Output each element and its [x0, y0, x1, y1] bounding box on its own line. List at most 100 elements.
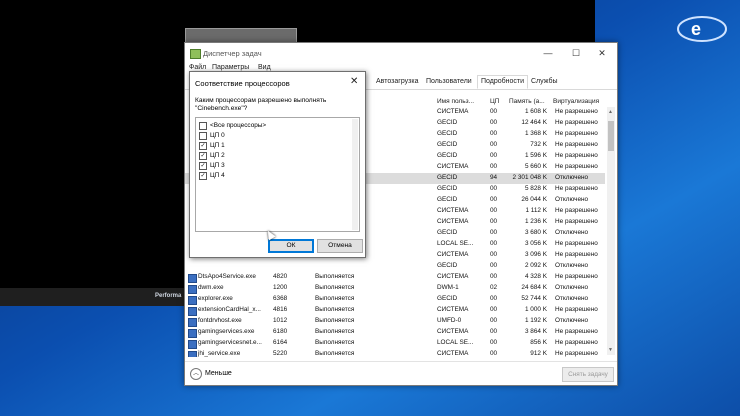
- process-memory: 912 K: [530, 350, 547, 357]
- scrollbar-thumb[interactable]: [608, 121, 614, 151]
- process-user: СИСТЕМА: [437, 207, 469, 214]
- process-pid: 6180: [273, 328, 288, 335]
- process-user: GECID: [437, 196, 458, 203]
- table-row[interactable]: jhi_service.exe 5220 Выполняется СИСТЕМА 00 9…: [185, 349, 605, 357]
- fewer-details-link[interactable]: Меньше: [205, 370, 232, 377]
- checkbox[interactable]: [199, 132, 207, 140]
- checkbox[interactable]: ✓: [199, 162, 207, 170]
- chevron-up-icon[interactable]: ︿: [190, 368, 202, 380]
- column-virtualization[interactable]: Виртуализация: [553, 98, 599, 105]
- table-row[interactable]: GECID 00 2 092 K Отключено: [185, 261, 605, 272]
- process-user: СИСТЕМА: [437, 218, 469, 225]
- menu-file[interactable]: Файл: [189, 64, 206, 71]
- tab-services[interactable]: Службы: [528, 76, 561, 88]
- checkbox[interactable]: ✓: [199, 142, 207, 150]
- tab-users[interactable]: Пользователи: [423, 76, 475, 88]
- process-memory: 5 660 K: [524, 163, 547, 170]
- process-name: gamingservices.exe: [198, 328, 255, 335]
- process-user: GECID: [437, 174, 458, 181]
- process-memory: 12 464 K: [521, 119, 547, 126]
- process-cpu: 00: [490, 339, 498, 346]
- process-virtualization: Отключено: [555, 317, 589, 324]
- processor-list-scrollbar[interactable]: [352, 119, 358, 230]
- process-pid: 6368: [273, 295, 288, 302]
- table-row[interactable]: extensionCardHal_x... 4816 Выполняется СИСТ…: [185, 305, 605, 316]
- process-virtualization: Отключено: [555, 196, 589, 203]
- table-row[interactable]: gamingservices.exe 6180 Выполняется СИСТЕМА…: [185, 327, 605, 338]
- maximize-button[interactable]: ☐: [563, 46, 589, 60]
- tab-details[interactable]: Подробности: [477, 75, 529, 89]
- end-task-button[interactable]: Снять задачу: [562, 367, 614, 382]
- process-cpu: 00: [490, 251, 498, 258]
- process-status: Выполняется: [315, 273, 355, 280]
- process-user: GECID: [437, 152, 458, 159]
- process-memory: 3 864 K: [524, 328, 547, 335]
- menu-view[interactable]: Вид: [258, 64, 271, 71]
- process-virtualization: Не разрешено: [555, 108, 598, 115]
- process-memory: 3 056 K: [524, 240, 547, 247]
- menu-options[interactable]: Параметры: [212, 64, 249, 71]
- process-user: СИСТЕМА: [437, 108, 469, 115]
- table-row[interactable]: DtsApo4Service.exe 4820 Выполняется СИСТЕМА…: [185, 272, 605, 283]
- tab-startup[interactable]: Автозагрузка: [373, 76, 421, 88]
- process-memory: 1 236 K: [524, 218, 547, 225]
- column-memory[interactable]: Память (а...: [509, 98, 545, 105]
- scroll-down-arrow-icon[interactable]: ▼: [608, 347, 613, 353]
- process-status: Выполняется: [315, 317, 355, 324]
- process-virtualization: Не разрешено: [555, 119, 598, 126]
- column-cpu[interactable]: ЦП: [490, 98, 499, 105]
- process-virtualization: Не разрешено: [555, 240, 598, 247]
- process-cpu: 00: [490, 328, 498, 335]
- process-virtualization: Отключено: [555, 295, 589, 302]
- process-cpu: 00: [490, 185, 498, 192]
- process-cpu: 00: [490, 350, 498, 357]
- process-cpu: 00: [490, 119, 498, 126]
- process-icon: [188, 296, 197, 305]
- process-virtualization: Отключено: [555, 262, 589, 269]
- dialog-question: Каким процессорам разрешено выполнять: [195, 97, 327, 104]
- process-cpu: 00: [490, 218, 498, 225]
- title-bar[interactable]: Диспетчер задач — ☐ ✕: [185, 43, 617, 63]
- process-memory: 24 684 K: [521, 284, 547, 291]
- process-cpu: 94: [490, 174, 498, 181]
- process-memory: 4 328 K: [524, 273, 547, 280]
- process-user: GECID: [437, 130, 458, 137]
- process-icon: [188, 318, 197, 327]
- processor-label: <Все процессоры>: [210, 122, 267, 129]
- table-scrollbar[interactable]: ▲ ▼: [607, 107, 615, 355]
- process-memory: 1 112 K: [525, 207, 547, 214]
- process-user: LOCAL SE...: [437, 339, 474, 346]
- checkbox[interactable]: ✓: [199, 152, 207, 160]
- process-user: GECID: [437, 262, 458, 269]
- table-row[interactable]: gamingservicesnet.e... 6164 Выполняется LOC…: [185, 338, 605, 349]
- table-row[interactable]: dwm.exe 1200 Выполняется DWM-1 02 24 684 K Отк…: [185, 283, 605, 294]
- process-cpu: 00: [490, 240, 498, 247]
- minimize-button[interactable]: —: [535, 46, 561, 60]
- process-user: GECID: [437, 119, 458, 126]
- process-memory: 5 828 K: [524, 185, 547, 192]
- process-user: СИСТЕМА: [437, 163, 469, 170]
- dialog-close-button[interactable]: ✕: [350, 76, 358, 87]
- process-pid: 6164: [273, 339, 288, 346]
- close-button[interactable]: ✕: [589, 46, 615, 60]
- checkbox[interactable]: [199, 122, 207, 130]
- process-memory: 52 744 K: [521, 295, 547, 302]
- process-virtualization: Не разрешено: [555, 339, 598, 346]
- table-row[interactable]: explorer.exe 6368 Выполняется GECID 00 52 744…: [185, 294, 605, 305]
- process-memory: 2 092 K: [524, 262, 547, 269]
- process-user: LOCAL SE...: [437, 240, 474, 247]
- cancel-button[interactable]: Отмена: [317, 239, 363, 253]
- ok-button[interactable]: ОК: [268, 239, 314, 253]
- scroll-up-arrow-icon[interactable]: ▲: [608, 109, 613, 115]
- checkbox[interactable]: ✓: [199, 172, 207, 180]
- table-row[interactable]: fontdrvhost.exe 1012 Выполняется UMFD-0 00 1 …: [185, 316, 605, 327]
- process-user: GECID: [437, 185, 458, 192]
- process-virtualization: Не разрешено: [555, 306, 598, 313]
- process-name: DtsApo4Service.exe: [198, 273, 256, 280]
- column-user[interactable]: Имя польз...: [437, 98, 474, 105]
- process-status: Выполняется: [315, 295, 355, 302]
- processor-label: ЦП 0: [210, 132, 225, 139]
- process-virtualization: Отключено: [555, 229, 589, 236]
- process-memory: 1 000 K: [524, 306, 547, 313]
- process-virtualization: Не разрешено: [555, 152, 598, 159]
